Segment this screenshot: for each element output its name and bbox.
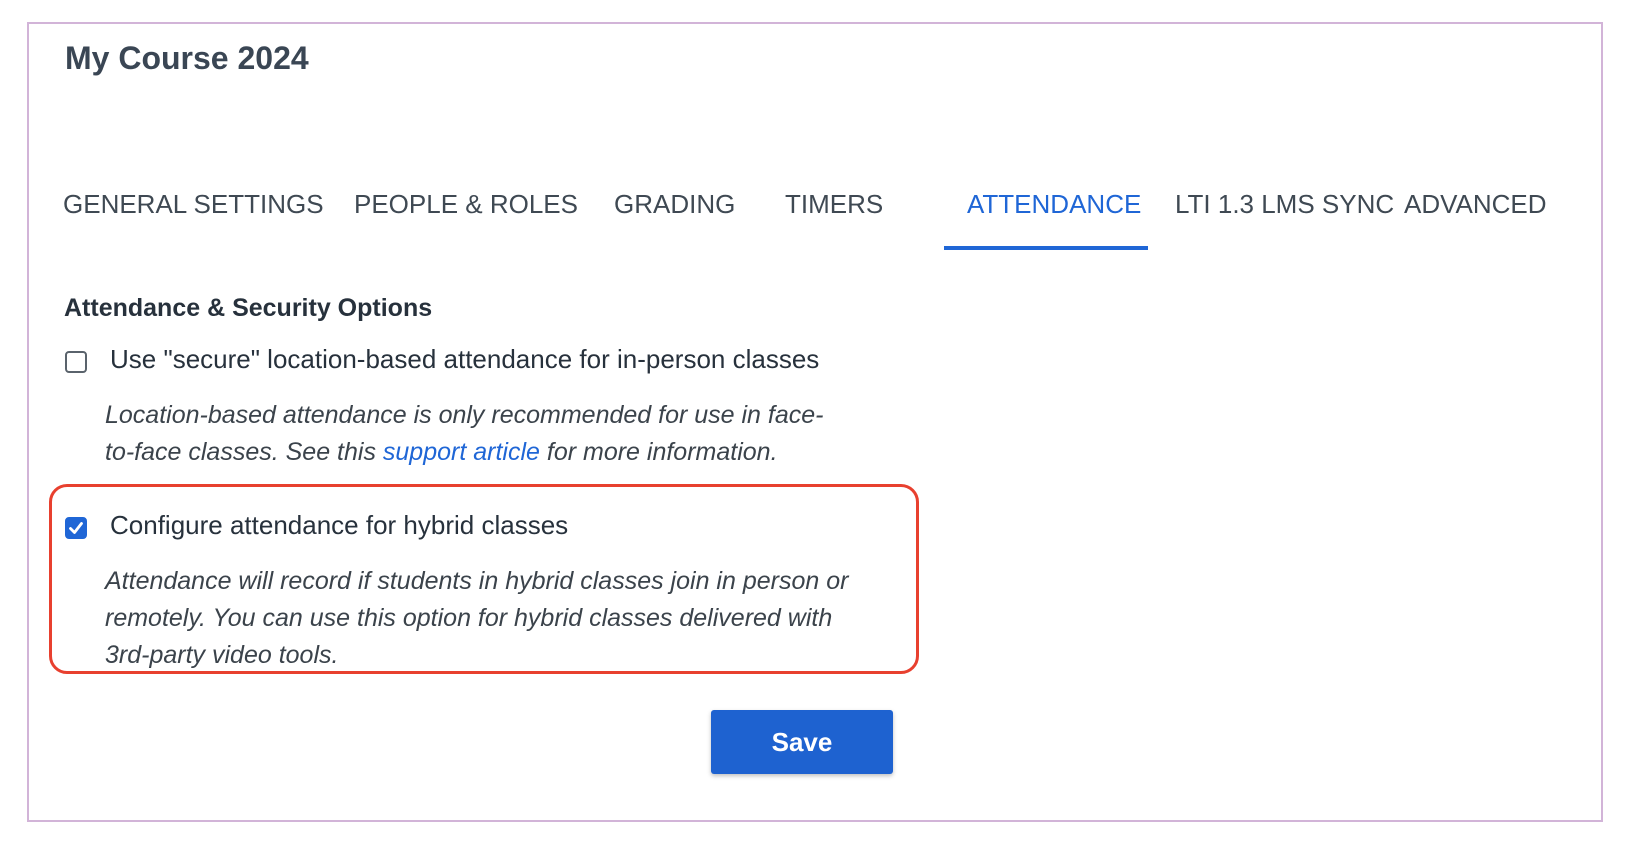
secure-attendance-checkbox[interactable] [65, 351, 87, 373]
secure-attendance-help: Location-based attendance is only recomm… [105, 397, 823, 471]
tab-attendance[interactable]: ATTENDANCE [967, 160, 1141, 252]
hybrid-attendance-checkbox[interactable] [65, 517, 87, 539]
tab-timers[interactable]: TIMERS [785, 160, 883, 252]
help-text-line: Location-based attendance is only recomm… [105, 401, 824, 429]
help-text-segment: to-face classes. See this [105, 438, 383, 466]
tab-advanced[interactable]: ADVANCED [1404, 160, 1547, 252]
secure-attendance-label: Use "secure" location-based attendance f… [110, 344, 820, 374]
help-text-line: to-face classes. See this support articl… [105, 434, 823, 471]
tab-general-settings[interactable]: GENERAL SETTINGS [63, 160, 324, 252]
tab-grading[interactable]: GRADING [614, 160, 735, 252]
tab-lti-lms-sync[interactable]: LTI 1.3 LMS SYNC [1175, 160, 1394, 252]
help-text-segment: for more information. [539, 438, 778, 466]
checkmark-icon [69, 522, 83, 534]
settings-panel: My Course 2024 GENERAL SETTINGS PEOPLE &… [27, 22, 1603, 822]
active-tab-indicator [944, 246, 1148, 250]
section-heading: Attendance & Security Options [64, 294, 433, 322]
tab-people-roles[interactable]: PEOPLE & ROLES [354, 160, 578, 252]
settings-tabs: GENERAL SETTINGS PEOPLE & ROLES GRADING … [29, 160, 1601, 256]
help-text-line: Attendance will record if students in hy… [105, 567, 849, 595]
help-text-line: 3rd-party video tools. [105, 641, 339, 669]
page-title: My Course 2024 [65, 40, 309, 76]
help-text-line: remotely. You can use this option for hy… [105, 604, 833, 632]
save-button[interactable]: Save [711, 710, 893, 774]
hybrid-attendance-label: Configure attendance for hybrid classes [110, 510, 569, 540]
support-article-link[interactable]: support article [383, 438, 540, 466]
hybrid-attendance-help: Attendance will record if students in hy… [105, 563, 848, 674]
